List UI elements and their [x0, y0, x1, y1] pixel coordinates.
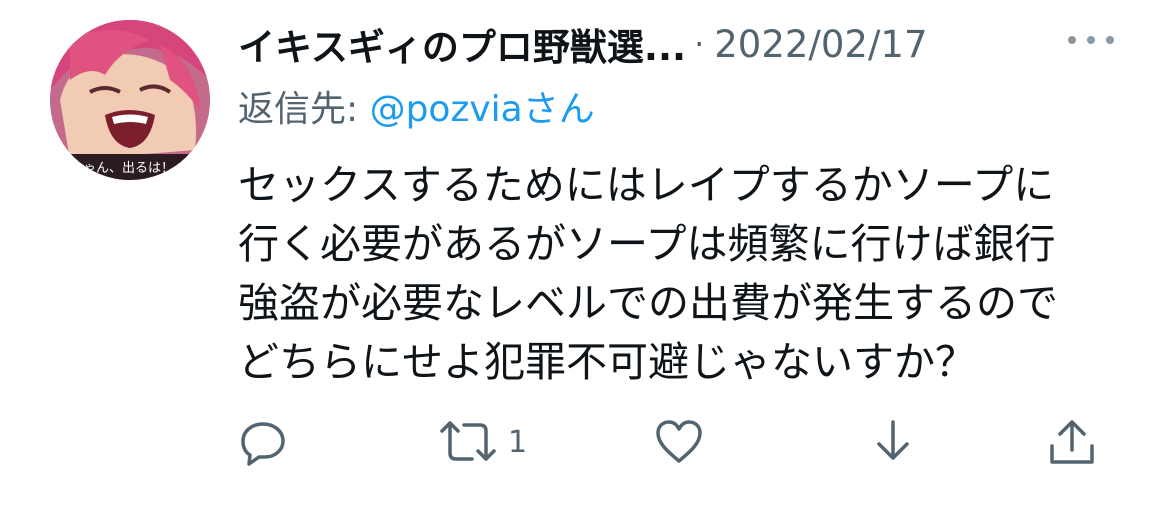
heart-icon	[656, 420, 702, 463]
avatar[interactable]: ちゃん、出るは！	[50, 20, 210, 180]
reply-context: 返信先: @pozviaさん	[238, 80, 595, 132]
retweet-button[interactable]: 1	[438, 412, 527, 472]
tweet-text-line: 強盗が必要なレベルでの出費が発生するので	[238, 279, 1058, 327]
reply-prefix: 返信先:	[238, 89, 370, 130]
retweet-count: 1	[508, 424, 528, 460]
tweet-text-line: どちらにせよ犯罪不可避じゃないすか？	[238, 338, 976, 386]
tweet-date[interactable]: 2022/02/17	[714, 23, 927, 66]
like-button[interactable]	[653, 412, 705, 472]
more-options-icon[interactable]	[1068, 28, 1114, 52]
tweet-text: セックスするためにはレイプするかソープに 行く必要があるがソープは頻繁に行けば銀…	[238, 156, 1118, 392]
reply-handle-link[interactable]: @pozvia	[370, 89, 523, 130]
reply-suffix: さん	[522, 89, 595, 130]
avatar-caption: ちゃん、出るは！	[70, 161, 174, 176]
more-dot	[1068, 36, 1076, 44]
share-button[interactable]	[1046, 412, 1098, 472]
avatar-image: ちゃん、出るは！	[50, 20, 210, 180]
reply-icon	[241, 422, 285, 466]
separator-dot: ·	[694, 25, 705, 63]
tweet-text-line: 行く必要があるがソープは頻繁に行けば銀行	[238, 220, 1056, 268]
share-icon	[1050, 420, 1094, 464]
display-name[interactable]: イキスギィのプロ野獣選...	[238, 17, 686, 71]
download-icon	[877, 420, 909, 460]
more-dot	[1106, 36, 1114, 44]
tweet: ちゃん、出るは！ イキスギィのプロ野獣選... · 2022/02/17 返信先…	[0, 0, 1150, 517]
action-bar: 1	[238, 412, 1108, 472]
tweet-header: イキスギィのプロ野獣選... · 2022/02/17	[238, 14, 928, 74]
tweet-text-line: セックスするためにはレイプするかソープに	[238, 161, 1055, 209]
more-dot	[1087, 36, 1095, 44]
download-button[interactable]	[868, 412, 918, 472]
retweet-icon	[440, 421, 496, 461]
reply-button[interactable]	[238, 412, 288, 472]
